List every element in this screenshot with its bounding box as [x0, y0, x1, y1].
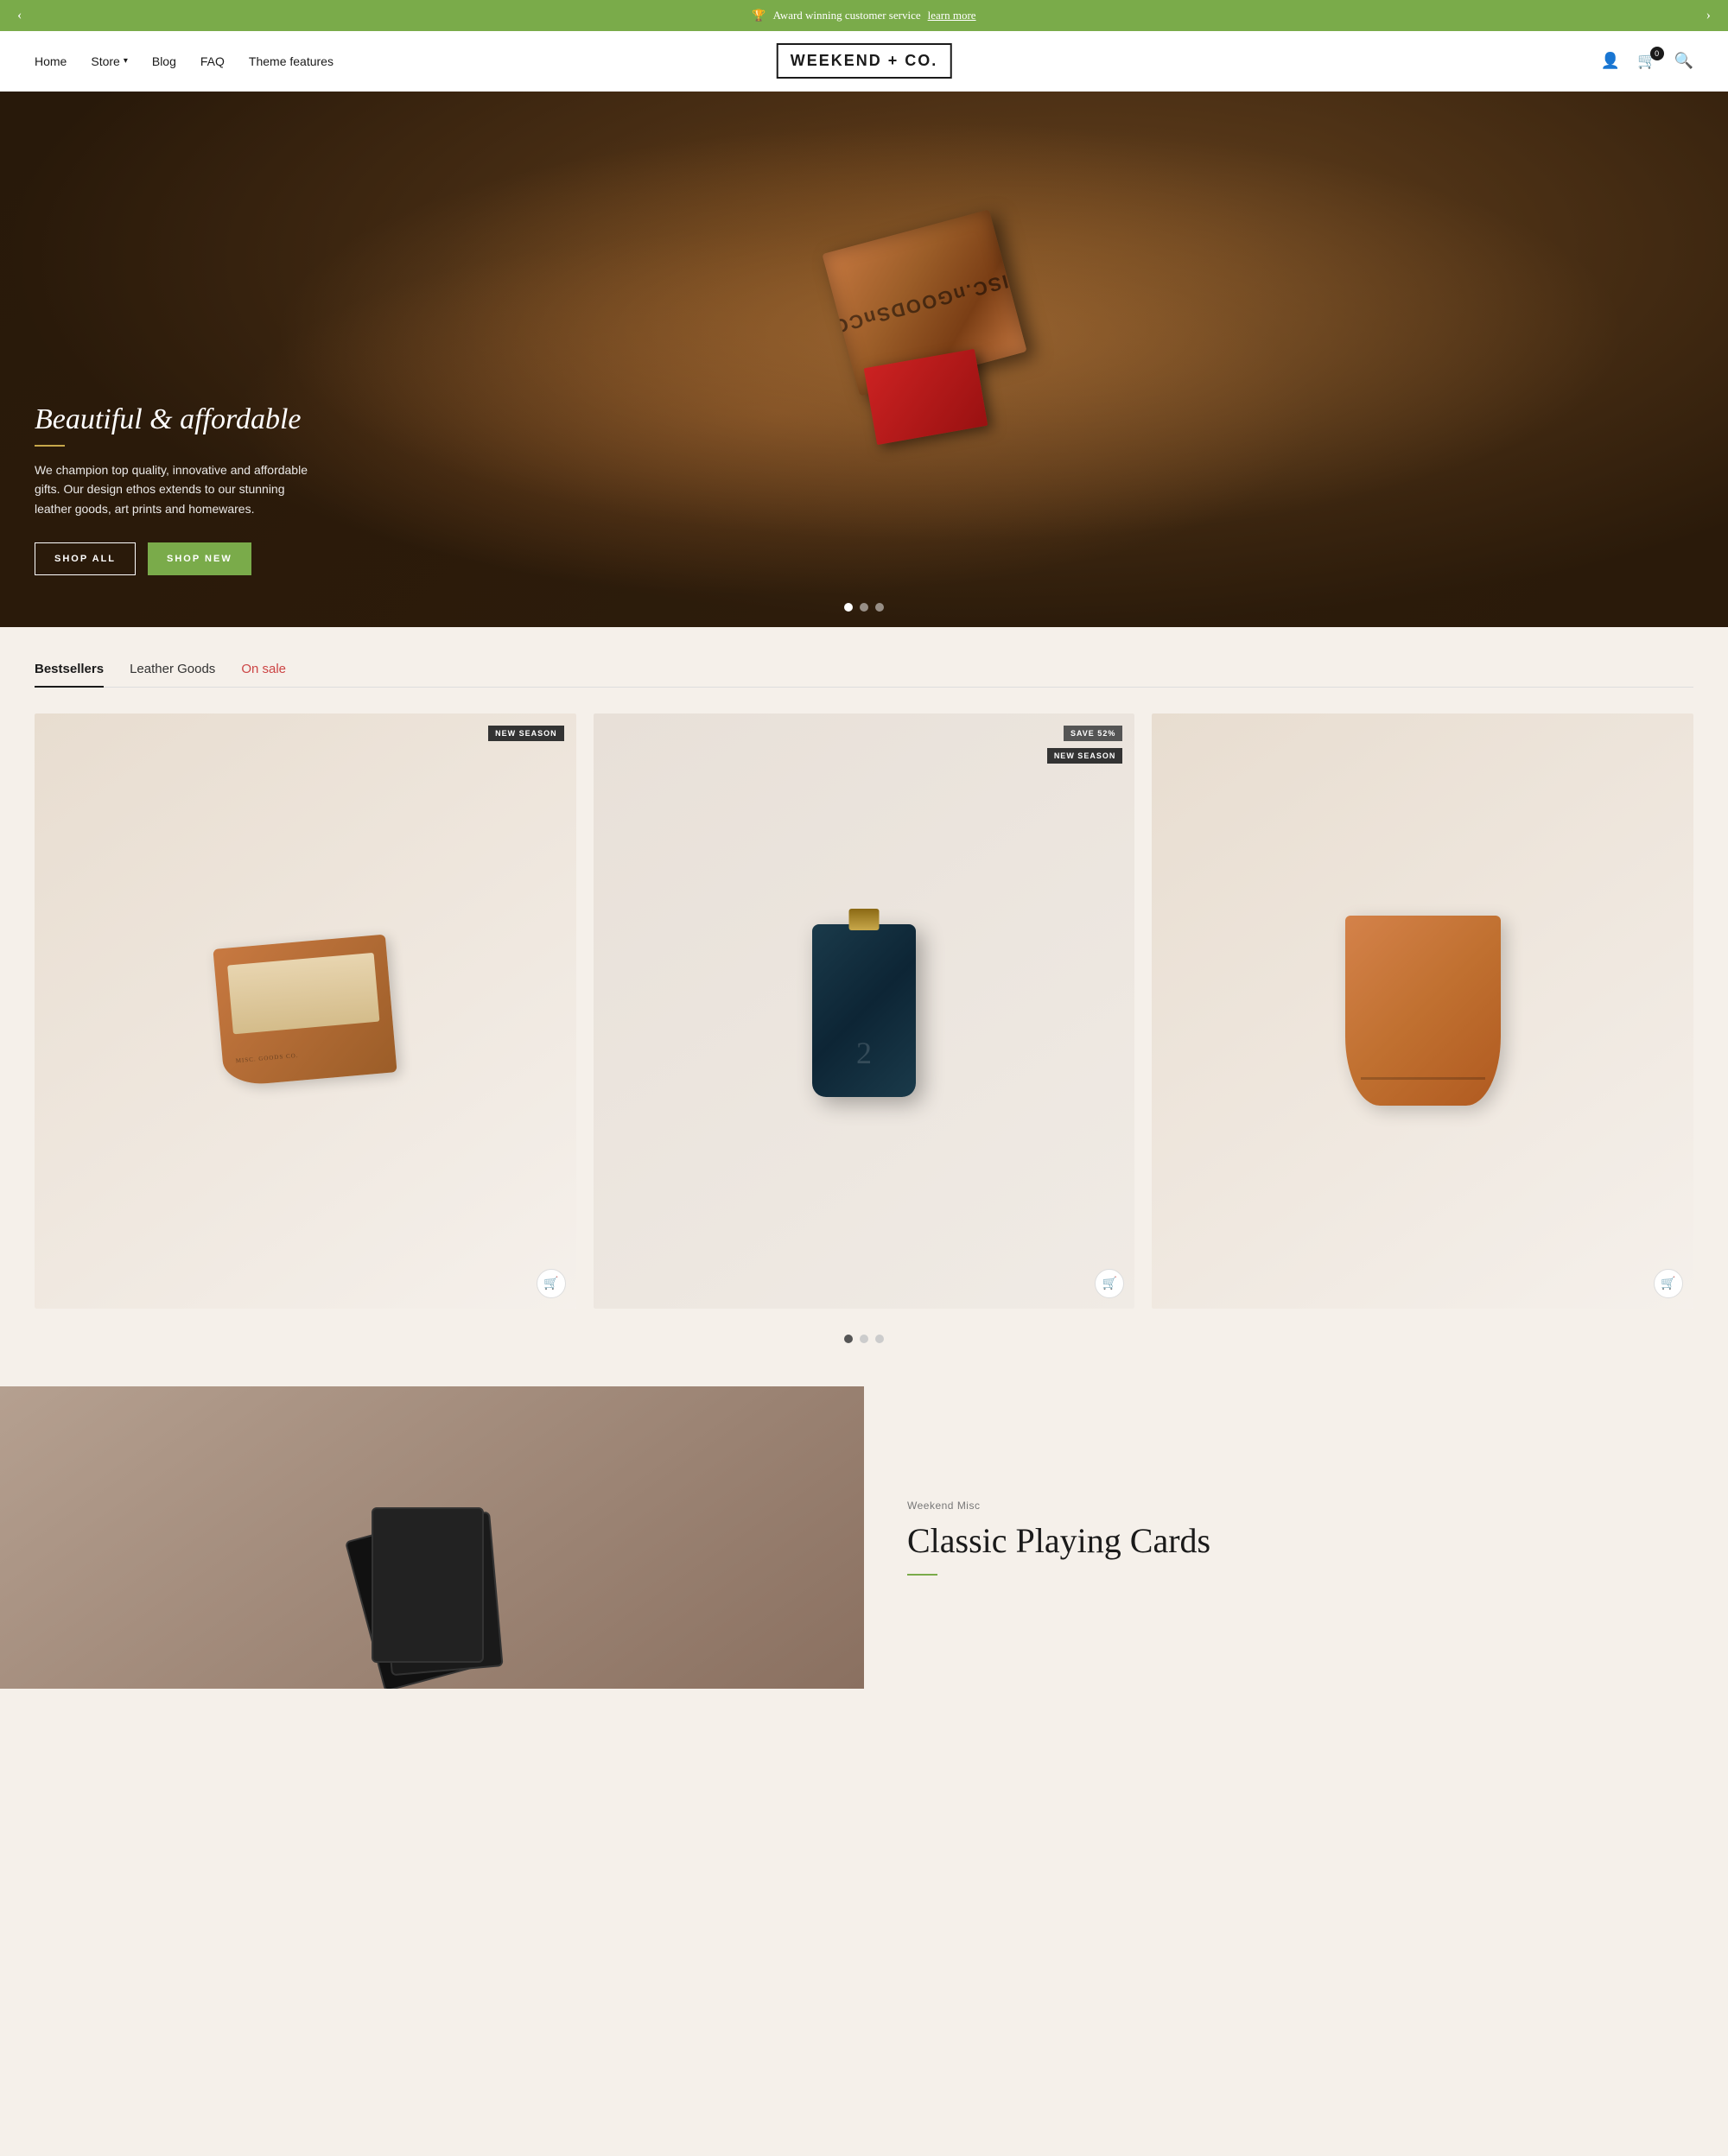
nav-home[interactable]: Home	[35, 54, 67, 68]
account-button[interactable]: 👤	[1601, 52, 1620, 70]
featured-label: Weekend Misc	[907, 1500, 1685, 1512]
announcement-text: Award winning customer service	[773, 9, 921, 22]
hero-description: We champion top quality, innovative and …	[35, 460, 311, 518]
hero-buttons: SHOP ALL SHOP NEW	[35, 542, 311, 575]
announcement-bar: ‹ 🏆 Award winning customer service learn…	[0, 0, 1728, 31]
announcement-prev[interactable]: ‹	[9, 3, 30, 28]
product-badge-save-flask: SAVE 52%	[1064, 726, 1122, 741]
playing-cards-visual	[346, 1473, 518, 1689]
product-card-case: 🛒 Single Leather Case $88.00	[1152, 713, 1693, 1309]
product-image-wallet: NEW SEASON 🛒	[35, 713, 576, 1309]
hero-dot-1[interactable]	[844, 603, 853, 612]
product-badge-new-flask: NEW SEASON	[1047, 748, 1123, 764]
add-to-cart-case[interactable]: 🛒	[1654, 1269, 1683, 1298]
product-image-flask: SAVE 52% NEW SEASON 🛒	[594, 713, 1135, 1309]
nav-store-wrapper: Store ▾	[91, 54, 128, 68]
product-carousel-dots	[35, 1335, 1693, 1343]
hero-dot-3[interactable]	[875, 603, 884, 612]
case-visual	[1345, 916, 1501, 1106]
announcement-next[interactable]: ›	[1698, 3, 1719, 28]
playing-card-3	[372, 1507, 484, 1663]
nav-blog[interactable]: Blog	[152, 54, 176, 68]
product-dot-1[interactable]	[844, 1335, 853, 1343]
announcement-link[interactable]: learn more	[928, 9, 976, 22]
cart-button[interactable]: 🛒 0	[1637, 52, 1656, 70]
product-dot-3[interactable]	[875, 1335, 884, 1343]
products-section: Bestsellers Leather Goods On sale NEW SE…	[0, 627, 1728, 1369]
tab-leather-goods[interactable]: Leather Goods	[130, 662, 215, 687]
nav-theme-features[interactable]: Theme features	[249, 54, 334, 68]
product-badge-new-season-wallet: NEW SEASON	[488, 726, 564, 741]
shop-all-button[interactable]: SHOP ALL	[35, 542, 136, 575]
add-to-cart-flask[interactable]: 🛒	[1095, 1269, 1124, 1298]
product-grid: NEW SEASON 🛒 Leather Wallet V3 $58.00 SA…	[35, 713, 1693, 1309]
product-card-flask: SAVE 52% NEW SEASON 🛒 Black Ceramic Flas…	[594, 713, 1135, 1309]
header-actions: 👤 🛒 0 🔍	[1601, 52, 1693, 70]
hero-dot-2[interactable]	[860, 603, 868, 612]
featured-divider	[907, 1574, 937, 1576]
nav-faq[interactable]: FAQ	[200, 54, 225, 68]
product-image-case: 🛒	[1152, 713, 1693, 1309]
hero-section: Beautiful & affordable We champion top q…	[0, 92, 1728, 627]
featured-title: Classic Playing Cards	[907, 1520, 1685, 1562]
featured-content: Weekend Misc Classic Playing Cards	[864, 1386, 1728, 1689]
logo[interactable]: WEEKEND + CO.	[777, 43, 952, 79]
hero-title: Beautiful & affordable	[35, 403, 311, 436]
hero-dots	[844, 603, 884, 612]
search-button[interactable]: 🔍	[1674, 52, 1693, 70]
cart-badge: 0	[1650, 47, 1664, 60]
logo-text: WEEKEND + CO.	[777, 43, 952, 79]
announcement-icon: 🏆	[752, 9, 766, 22]
wallet-visual	[213, 935, 397, 1088]
hero-divider	[35, 445, 65, 447]
nav-store[interactable]: Store	[91, 54, 119, 68]
tab-bestsellers[interactable]: Bestsellers	[35, 662, 104, 687]
product-card-wallet: NEW SEASON 🛒 Leather Wallet V3 $58.00	[35, 713, 576, 1309]
hero-content: Beautiful & affordable We champion top q…	[0, 403, 346, 627]
featured-section: Weekend Misc Classic Playing Cards	[0, 1386, 1728, 1689]
main-nav: Home Store ▾ Blog FAQ Theme features	[35, 54, 334, 68]
header: Home Store ▾ Blog FAQ Theme features WEE…	[0, 31, 1728, 92]
add-to-cart-wallet[interactable]: 🛒	[537, 1269, 566, 1298]
tab-on-sale[interactable]: On sale	[241, 662, 286, 687]
store-dropdown-icon[interactable]: ▾	[124, 56, 128, 66]
product-tabs: Bestsellers Leather Goods On sale	[35, 662, 1693, 688]
flask-visual	[812, 924, 916, 1097]
shop-new-button[interactable]: SHOP NEW	[148, 542, 251, 575]
featured-image	[0, 1386, 864, 1689]
product-dot-2[interactable]	[860, 1335, 868, 1343]
